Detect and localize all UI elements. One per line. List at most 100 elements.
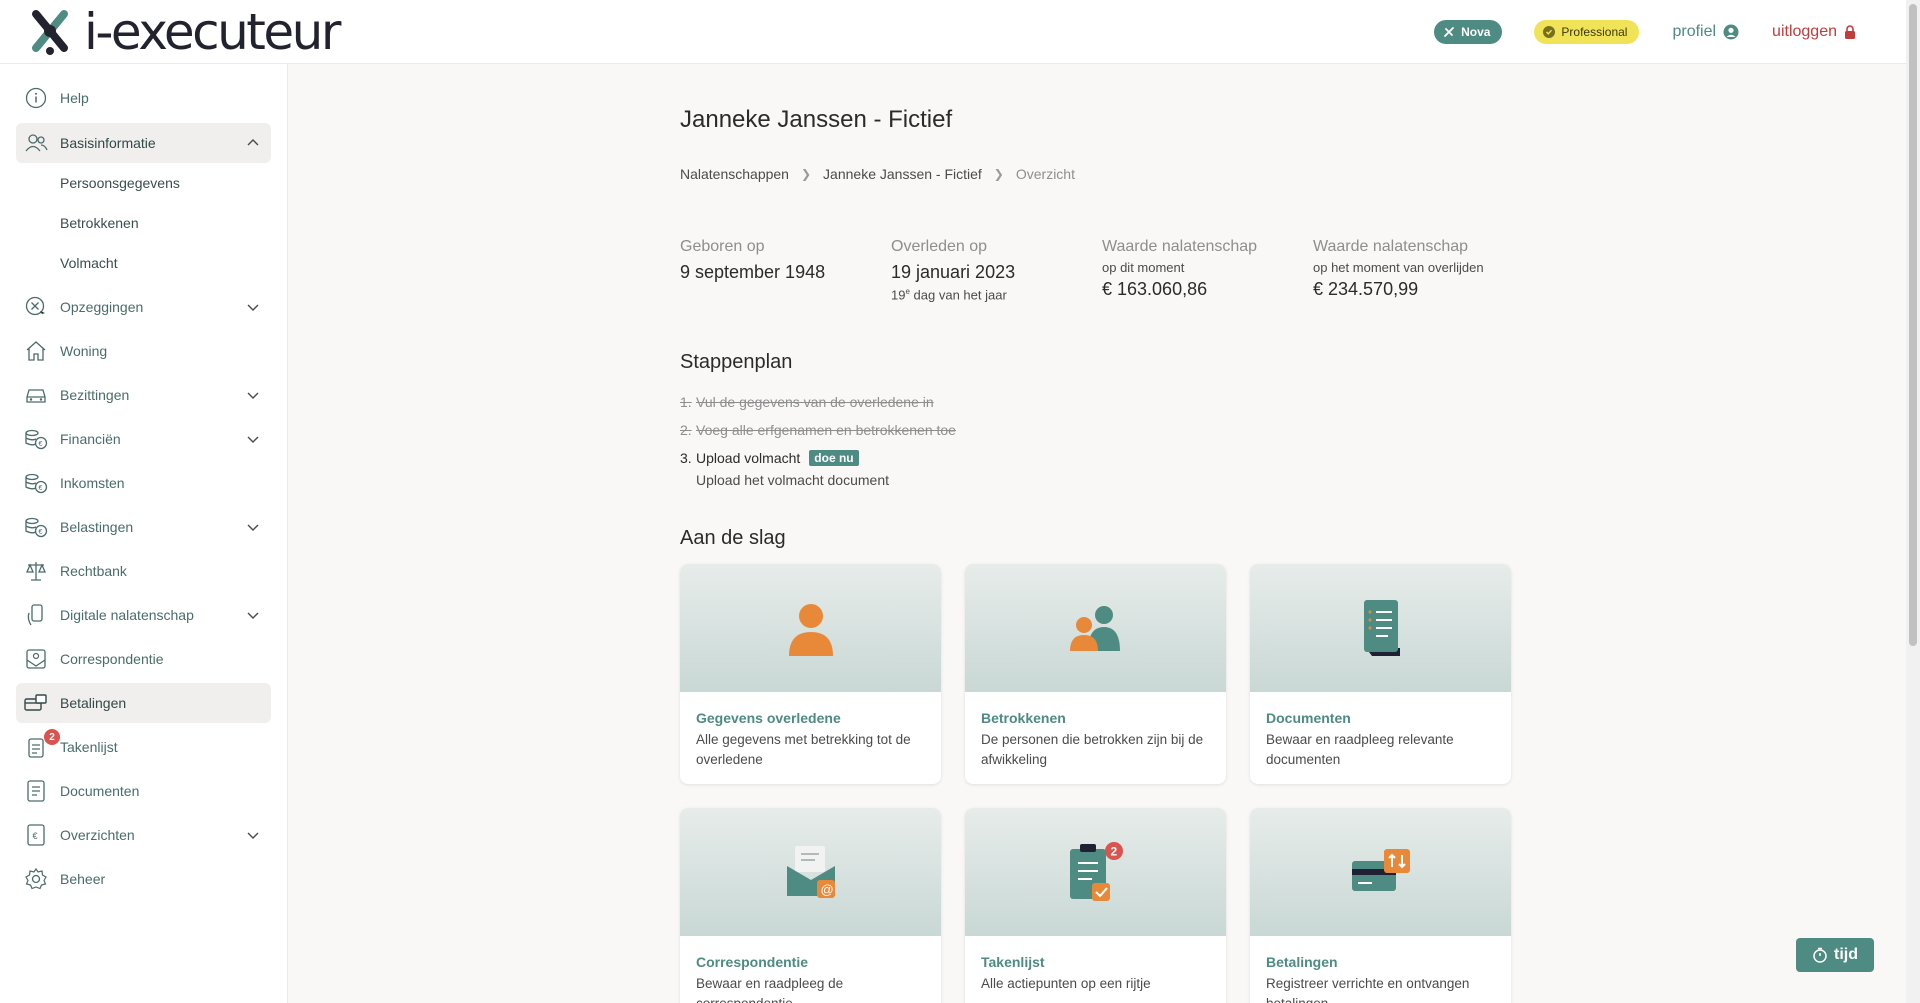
sidebar-item-label: Inkomsten [60, 475, 125, 491]
card-description: Alle gegevens met betrekking tot de over… [696, 732, 911, 767]
tax-coins-icon: € [24, 515, 48, 539]
sidebar-item-label: Overzichten [60, 827, 135, 843]
breadcrumb-nalatenschappen[interactable]: Nalatenschappen [680, 166, 789, 182]
chevron-down-icon [247, 612, 259, 619]
card-description: Bewaar en raadpleeg relevante documenten [1266, 732, 1454, 767]
sidebar-item-label: Takenlijst [60, 739, 118, 755]
sidebar-item-label: Betalingen [60, 695, 127, 711]
sidebar-item-label: Basisinformatie [60, 135, 156, 151]
sidebar-item-digitale-nalatenschap[interactable]: Digitale nalatenschap [16, 595, 271, 635]
chevron-right-icon: ❯ [993, 167, 1004, 181]
fact-value: € 163.060,86 [1102, 279, 1208, 299]
svg-text:€: € [39, 441, 43, 448]
fact-born: Geboren op 9 september 1948 [680, 238, 825, 283]
logout-link[interactable]: uitloggen [1772, 23, 1856, 41]
fact-value-at-death: Waarde nalatenschap op het moment van ov… [1313, 238, 1484, 300]
fact-day-of-year: 19e dag van het jaar [891, 287, 1007, 303]
sidebar-subitem-volmacht[interactable]: Volmacht [60, 255, 118, 271]
nova-badge[interactable]: Nova [1434, 20, 1503, 44]
sidebar-item-overzichten[interactable]: € Overzichten [16, 815, 271, 855]
fact-label: Overleden op [891, 238, 988, 255]
sidebar-item-betalingen[interactable]: Betalingen [16, 683, 271, 723]
house-icon [24, 339, 48, 363]
sidebar-item-basisinformatie[interactable]: Basisinformatie [16, 123, 271, 163]
clipboard-icon: 2 [24, 729, 60, 759]
chevron-right-icon: ❯ [800, 167, 812, 181]
document-icon [1363, 600, 1400, 656]
top-bar: i-executeur Nova Professional profiel ui… [0, 0, 1906, 64]
fact-label: Waarde nalatenschap [1102, 238, 1258, 255]
sidebar-item-help[interactable]: Help [16, 78, 271, 118]
sidebar-item-financien[interactable]: € Financiën [16, 419, 271, 459]
document-icon [24, 779, 48, 803]
profile-link[interactable]: profiel [1672, 23, 1739, 41]
nova-icon [1444, 27, 1454, 37]
scrollbar-thumb[interactable] [1909, 4, 1917, 646]
sidebar-item-bezittingen[interactable]: Bezittingen [16, 375, 271, 415]
card-takenlijst[interactable]: 2 Takenlijst Alle actiepunten op een rij… [965, 808, 1226, 1003]
sidebar-item-correspondentie[interactable]: Correspondentie [16, 639, 271, 679]
card-title: Betrokkenen [981, 710, 1066, 726]
stappenplan-heading: Stappenplan [680, 351, 793, 373]
sidebar-item-woning[interactable]: Woning [16, 331, 271, 371]
card-description: Registreer verrichte en ontvangen betali… [1266, 976, 1470, 1003]
coins-euro-icon: € [24, 427, 48, 451]
svg-text:€: € [39, 485, 43, 492]
fact-value: € 234.570,99 [1313, 279, 1419, 299]
sidebar-item-rechtbank[interactable]: Rechtbank [16, 551, 271, 591]
card-description: Alle actiepunten op een rijtje [981, 976, 1151, 991]
sidebar-item-label: Financiën [60, 431, 121, 447]
card-title: Gegevens overledene [696, 710, 841, 726]
card-betalingen[interactable]: Betalingen Registreer verrichte en ontva… [1250, 808, 1511, 1003]
coins-icon: € [24, 471, 48, 495]
chevron-down-icon [247, 832, 259, 839]
card-description: De personen die betrokken zijn bij de af… [981, 732, 1204, 767]
fact-sublabel: op dit moment [1102, 260, 1185, 275]
sidebar-item-belastingen[interactable]: € Belastingen [16, 507, 271, 547]
professional-badge[interactable]: Professional [1534, 20, 1640, 44]
svg-text:€: € [39, 529, 43, 536]
fact-sublabel: op het moment van overlijden [1313, 260, 1484, 275]
sidebar-item-documenten[interactable]: Documenten [16, 771, 271, 811]
sidebar-item-label: Digitale nalatenschap [60, 607, 194, 623]
sidebar-subitem-betrokkenen[interactable]: Betrokkenen [60, 215, 139, 231]
card-gegevens-overledene[interactable]: Gegevens overledene Alle gegevens met be… [680, 564, 941, 784]
chevron-down-icon [247, 392, 259, 399]
logout-label: uitloggen [1772, 23, 1837, 40]
sidebar-item-inkomsten[interactable]: € Inkomsten [16, 463, 271, 503]
card-title: Betalingen [1266, 954, 1338, 970]
sidebar-item-beheer[interactable]: Beheer [16, 859, 271, 899]
page-title: Janneke Janssen - Fictief [680, 106, 953, 133]
payment-cards-icon [24, 691, 48, 715]
card-documenten[interactable]: Documenten Bewaar en raadpleeg relevante… [1250, 564, 1511, 784]
people-icon [1069, 606, 1120, 651]
tijd-button[interactable]: tijd [1796, 938, 1874, 972]
mail-at-icon [24, 647, 48, 671]
sidebar-item-opzeggingen[interactable]: Opzeggingen [16, 287, 271, 327]
nova-label: Nova [1461, 25, 1491, 39]
sidebar-item-label: Beheer [60, 871, 106, 887]
breadcrumb: Nalatenschappen ❯ Janneke Janssen - Fict… [680, 166, 1075, 182]
phone-hand-icon [24, 603, 48, 627]
step-item: 1. Vul de gegevens van de overledene in [680, 394, 934, 410]
card-betrokkenen[interactable]: Betrokkenen De personen die betrokken zi… [965, 564, 1226, 784]
fact-value: 9 september 1948 [680, 262, 826, 282]
check-circle-icon [1543, 26, 1556, 38]
tijd-label: tijd [1834, 946, 1858, 963]
info-icon [24, 86, 48, 110]
payment-transfer-icon [1351, 849, 1410, 891]
page-scrollbar[interactable] [1906, 0, 1920, 1003]
card-description: Bewaar en raadpleeg de correspondentie [696, 976, 844, 1003]
sidebar-item-takenlijst[interactable]: 2 Takenlijst [16, 727, 271, 767]
sidebar-subitem-persoonsgegevens[interactable]: Persoonsgegevens [60, 175, 180, 191]
chevron-down-icon [247, 304, 259, 311]
aan-de-slag-heading: Aan de slag [680, 527, 786, 549]
card-title: Takenlijst [981, 954, 1045, 970]
breadcrumb-estate[interactable]: Janneke Janssen - Fictief [823, 166, 982, 182]
logo[interactable]: i-executeur [30, 4, 341, 60]
sidebar-item-label: Rechtbank [60, 563, 127, 579]
doe-nu-button[interactable]: doe nu [809, 450, 859, 466]
sidebar-item-label: Woning [60, 343, 108, 359]
sidebar: Help Basisinformatie Persoonsgegevens Be… [0, 64, 288, 1003]
card-correspondentie[interactable]: @ Correspondentie Bewaar en raadpleeg de… [680, 808, 941, 1003]
